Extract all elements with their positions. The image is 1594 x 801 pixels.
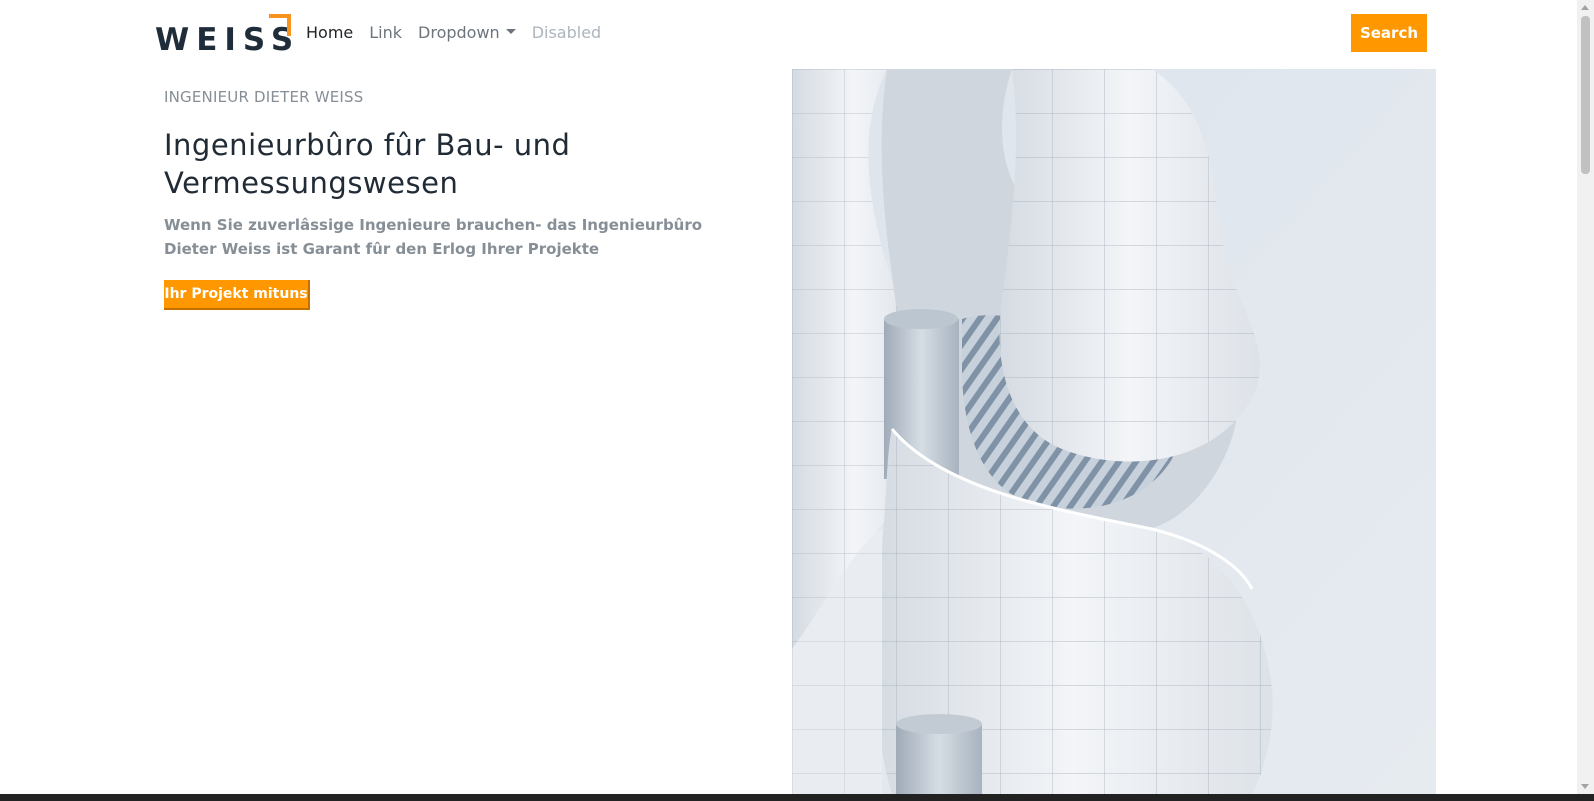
project-cta-button[interactable]: Ihr Projekt mituns (164, 280, 310, 310)
architecture-illustration (792, 69, 1436, 794)
main-nav: Home Link Dropdown Disabled (306, 20, 617, 46)
hero-architecture-image (792, 69, 1436, 794)
nav-item-disabled: Disabled (531, 23, 602, 42)
hero-eyebrow: INGENIEUR DIETER WEISS (164, 88, 364, 106)
nav-item-link[interactable]: Link (369, 20, 402, 46)
brand-logo[interactable]: WEISS (155, 12, 295, 58)
nav-item-dropdown[interactable]: Dropdown (418, 20, 516, 46)
scroll-down-icon[interactable] (1581, 784, 1589, 789)
caret-down-icon (505, 29, 516, 34)
scroll-up-icon[interactable] (1581, 5, 1589, 10)
search-button[interactable]: Search (1351, 14, 1427, 52)
hero-title: Ingenieurbûro fûr Bau- und Vermessungswe… (164, 128, 571, 200)
vertical-scrollbar[interactable] (1577, 0, 1594, 801)
scrollbar-thumb[interactable] (1581, 16, 1590, 174)
nav-item-home[interactable]: Home (306, 20, 353, 46)
nav-item-dropdown-label: Dropdown (418, 23, 500, 42)
logo-corner-icon (269, 14, 291, 36)
navbar: WEISS Home Link Dropdown Disabled Search (0, 0, 1594, 66)
hero-lead: Wenn Sie zuverlâssige Ingenieure brauche… (164, 216, 703, 258)
bottom-edge-bar (0, 794, 1594, 801)
